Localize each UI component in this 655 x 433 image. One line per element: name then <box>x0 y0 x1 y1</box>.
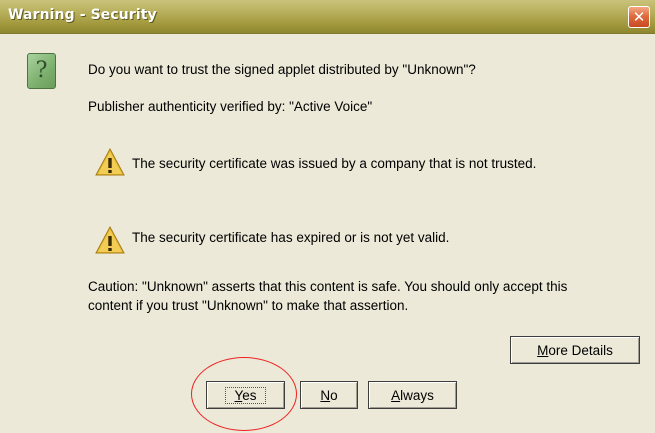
security-warning-dialog: Warning - Security ✕ ? Do you want to tr… <box>0 0 655 433</box>
always-button[interactable]: Always <box>368 381 457 409</box>
close-button[interactable]: ✕ <box>628 6 650 28</box>
question-icon: ? <box>27 53 56 89</box>
warning-text-expired: The security certificate has expired or … <box>132 230 450 245</box>
no-button[interactable]: No <box>300 381 358 409</box>
warning-text-untrusted: The security certificate was issued by a… <box>132 156 537 171</box>
publisher-text: Publisher authenticity verified by: "Act… <box>88 99 373 114</box>
caution-line-2: content if you trust "Unknown" to make t… <box>88 298 409 313</box>
warning-icon <box>95 147 125 176</box>
title-bar[interactable]: Warning - Security ✕ <box>0 0 655 34</box>
yes-button[interactable]: Yes <box>206 381 285 409</box>
warning-icon <box>95 225 125 254</box>
caution-line-1: Caution: "Unknown" asserts that this con… <box>88 279 568 294</box>
trust-question: Do you want to trust the signed applet d… <box>88 62 476 77</box>
more-details-button[interactable]: More Details <box>510 336 640 364</box>
close-icon: ✕ <box>632 7 646 26</box>
window-title: Warning - Security <box>8 7 157 23</box>
